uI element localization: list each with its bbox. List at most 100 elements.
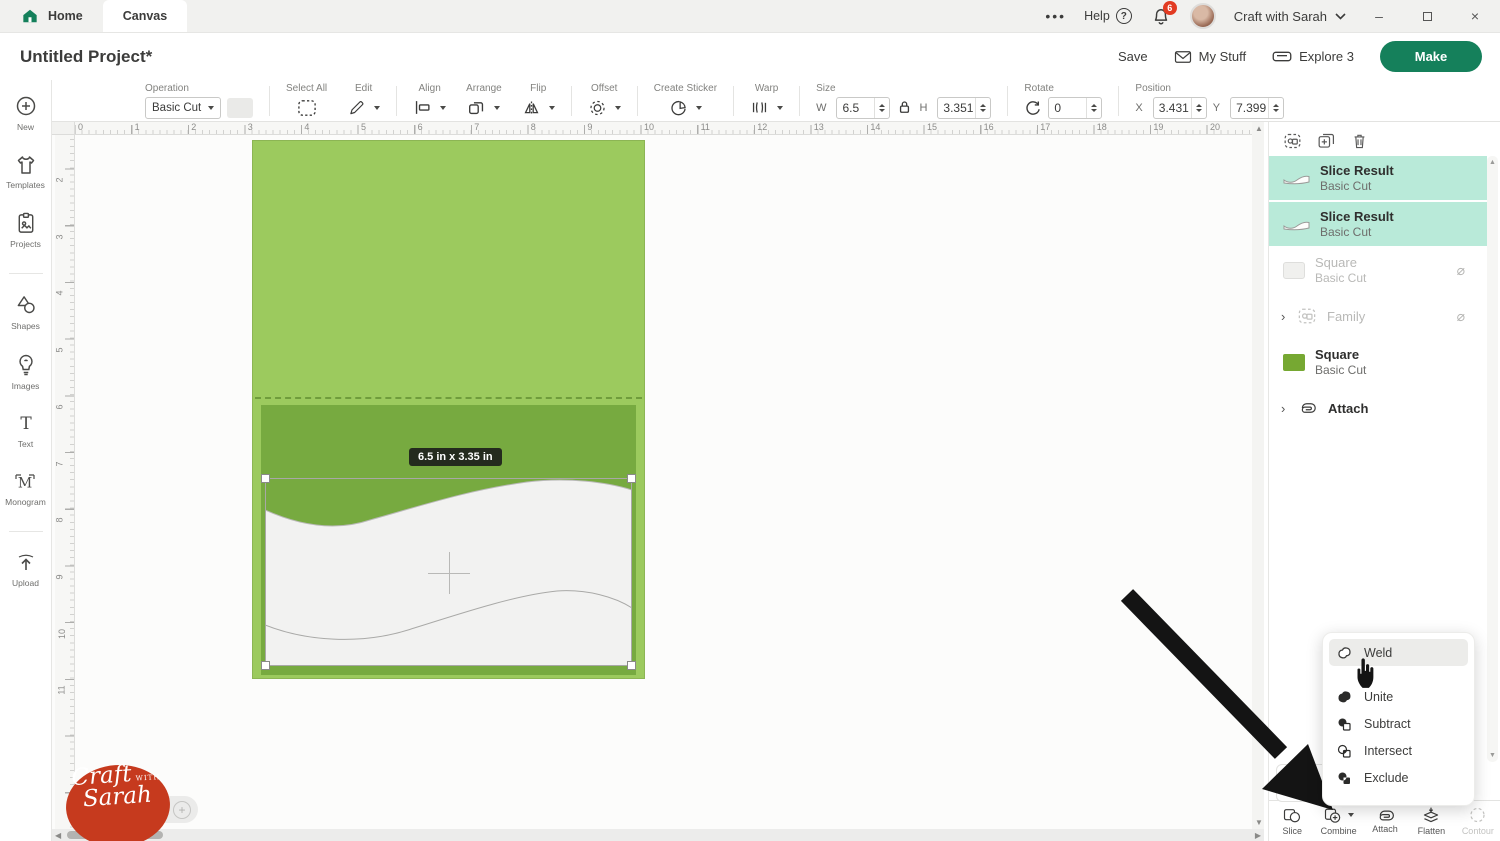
layer-row-square-hidden[interactable]: Square Basic Cut ⌀: [1269, 248, 1487, 292]
zoom-in-button[interactable]: +: [173, 800, 191, 819]
menu-item-subtract[interactable]: Subtract: [1329, 710, 1468, 737]
make-button[interactable]: Make: [1380, 41, 1482, 72]
selection-handle-bl[interactable]: [261, 661, 270, 670]
edit-button[interactable]: [347, 97, 381, 119]
attach-button[interactable]: Attach: [1362, 801, 1408, 841]
ruler-top: 0 1 2 3 4 5 6 7 8 9 10 11 12 13 14 15 16 17 18 19 20: [52, 122, 1264, 135]
sidebar-item-monogram[interactable]: M Monogram: [5, 471, 46, 507]
position-x-stepper[interactable]: [1190, 97, 1206, 118]
paperclip-icon: [1379, 810, 1394, 820]
rotate-stepper[interactable]: [1086, 97, 1101, 118]
shapes-icon: [17, 296, 35, 314]
height-input[interactable]: [943, 100, 976, 115]
selection-handle-tr[interactable]: [627, 474, 636, 483]
ruler-number: 7: [474, 122, 480, 132]
ruler-number: 16: [983, 122, 994, 132]
operation-select[interactable]: Basic Cut: [145, 96, 221, 119]
width-field[interactable]: [836, 96, 891, 119]
menu-item-weld[interactable]: Weld: [1329, 639, 1468, 666]
sidebar-item-upload[interactable]: Upload: [12, 552, 39, 588]
position-y-input[interactable]: [1236, 100, 1269, 115]
menu-item-intersect[interactable]: Intersect: [1329, 737, 1468, 764]
caret-icon: [695, 105, 702, 110]
slice-button[interactable]: Slice: [1269, 801, 1315, 841]
width-stepper[interactable]: [874, 97, 889, 118]
green-square-thumbnail: [1283, 353, 1305, 371]
visibility-off-icon[interactable]: ⌀: [1457, 308, 1465, 325]
layers-scrollbar[interactable]: ▲ ▼: [1487, 156, 1498, 762]
warp-button[interactable]: [750, 97, 784, 119]
layer-row-attach[interactable]: › Attach: [1269, 386, 1487, 430]
save-button[interactable]: Save: [1118, 49, 1148, 64]
window-close-button[interactable]: ×: [1460, 8, 1490, 24]
expand-chevron-icon[interactable]: ›: [1281, 401, 1295, 416]
machine-select-button[interactable]: Explore 3: [1272, 49, 1354, 64]
wave-thumbnail: [1283, 172, 1310, 185]
rotate-input[interactable]: [1054, 100, 1087, 115]
layer-row-slice-result-1[interactable]: Slice Result Basic Cut: [1269, 156, 1487, 200]
ruler-number: 0: [78, 122, 84, 132]
height-stepper[interactable]: [975, 97, 990, 118]
position-y-stepper[interactable]: [1268, 97, 1283, 118]
my-stuff-button[interactable]: My Stuff: [1174, 49, 1246, 65]
layer-row-square-green[interactable]: Square Basic Cut: [1269, 340, 1487, 384]
height-field[interactable]: [937, 96, 992, 119]
menu-item-exclude[interactable]: Exclude: [1329, 764, 1468, 791]
sidebar-item-text[interactable]: T Text: [15, 413, 37, 449]
arrange-button[interactable]: [467, 97, 501, 119]
canvas-horizontal-scrollbar[interactable]: ◀ ▶: [52, 829, 1264, 841]
help-button[interactable]: Help ?: [1084, 8, 1132, 24]
combine-button[interactable]: Combine: [1315, 801, 1361, 841]
tab-canvas[interactable]: Canvas: [102, 0, 188, 32]
select-all-button[interactable]: [297, 97, 317, 119]
scroll-up-icon[interactable]: ▲: [1255, 124, 1263, 133]
align-button[interactable]: [413, 97, 447, 119]
offset-icon: [590, 100, 605, 115]
sidebar-item-images[interactable]: Images: [12, 353, 39, 391]
offset-button[interactable]: [588, 97, 621, 119]
rotate-icon[interactable]: [1024, 99, 1042, 117]
caret-icon: [440, 105, 447, 110]
visibility-off-icon[interactable]: ⌀: [1457, 262, 1465, 279]
scroll-left-icon[interactable]: ◀: [55, 831, 61, 840]
design-canvas[interactable]: 0 1 2 3 4 5 6 7 8 9 10 11 12 13 14 15 16 17 18 19 20 2345678…: [52, 122, 1264, 841]
position-y-field[interactable]: [1230, 96, 1285, 119]
lock-icon[interactable]: [898, 100, 911, 114]
sidebar-item-shapes[interactable]: Shapes: [11, 294, 40, 331]
wave-shape-selection[interactable]: 6.5 in x 3.35 in: [261, 448, 636, 670]
delete-button[interactable]: [1351, 132, 1368, 150]
group-select-button[interactable]: [1283, 132, 1302, 150]
canvas-vertical-scrollbar[interactable]: ▲ ▼: [1252, 122, 1264, 829]
sidebar-item-new[interactable]: New: [14, 94, 38, 132]
scroll-up-icon[interactable]: ▲: [1489, 159, 1496, 166]
layer-row-slice-result-2[interactable]: Slice Result Basic Cut: [1269, 202, 1487, 246]
window-restore-button[interactable]: [1412, 8, 1442, 24]
scroll-down-icon[interactable]: ▼: [1255, 818, 1263, 827]
operation-color-swatch[interactable]: [227, 97, 253, 118]
rotate-field[interactable]: [1048, 96, 1103, 119]
expand-chevron-icon[interactable]: ›: [1281, 309, 1295, 324]
sidebar-item-projects[interactable]: Projects: [10, 212, 41, 249]
selection-handle-tl[interactable]: [261, 474, 270, 483]
position-x-input[interactable]: [1158, 100, 1191, 115]
avatar[interactable]: [1189, 3, 1216, 29]
flatten-button[interactable]: Flatten: [1408, 801, 1454, 841]
width-input[interactable]: [842, 100, 875, 115]
window-minimize-button[interactable]: –: [1364, 8, 1394, 24]
duplicate-button[interactable]: [1317, 132, 1336, 150]
scroll-down-icon[interactable]: ▼: [1489, 752, 1496, 759]
machine-icon: [1272, 51, 1292, 62]
tab-home[interactable]: Home: [0, 0, 103, 32]
flip-button[interactable]: [522, 97, 555, 119]
scroll-right-icon[interactable]: ▶: [1255, 831, 1261, 840]
notifications-button[interactable]: 6: [1150, 1, 1177, 27]
account-menu[interactable]: Craft with Sarah: [1234, 9, 1346, 24]
sidebar-item-templates[interactable]: Templates: [6, 154, 45, 190]
position-x-field[interactable]: [1152, 96, 1207, 119]
selection-handle-br[interactable]: [627, 661, 636, 670]
layer-row-family[interactable]: › Family ⌀: [1269, 294, 1487, 338]
menu-item-unite[interactable]: Unite: [1329, 683, 1468, 710]
more-menu-icon[interactable]: •••: [1045, 8, 1066, 24]
ruler-number: 2: [191, 122, 197, 132]
create-sticker-button[interactable]: [669, 97, 702, 119]
